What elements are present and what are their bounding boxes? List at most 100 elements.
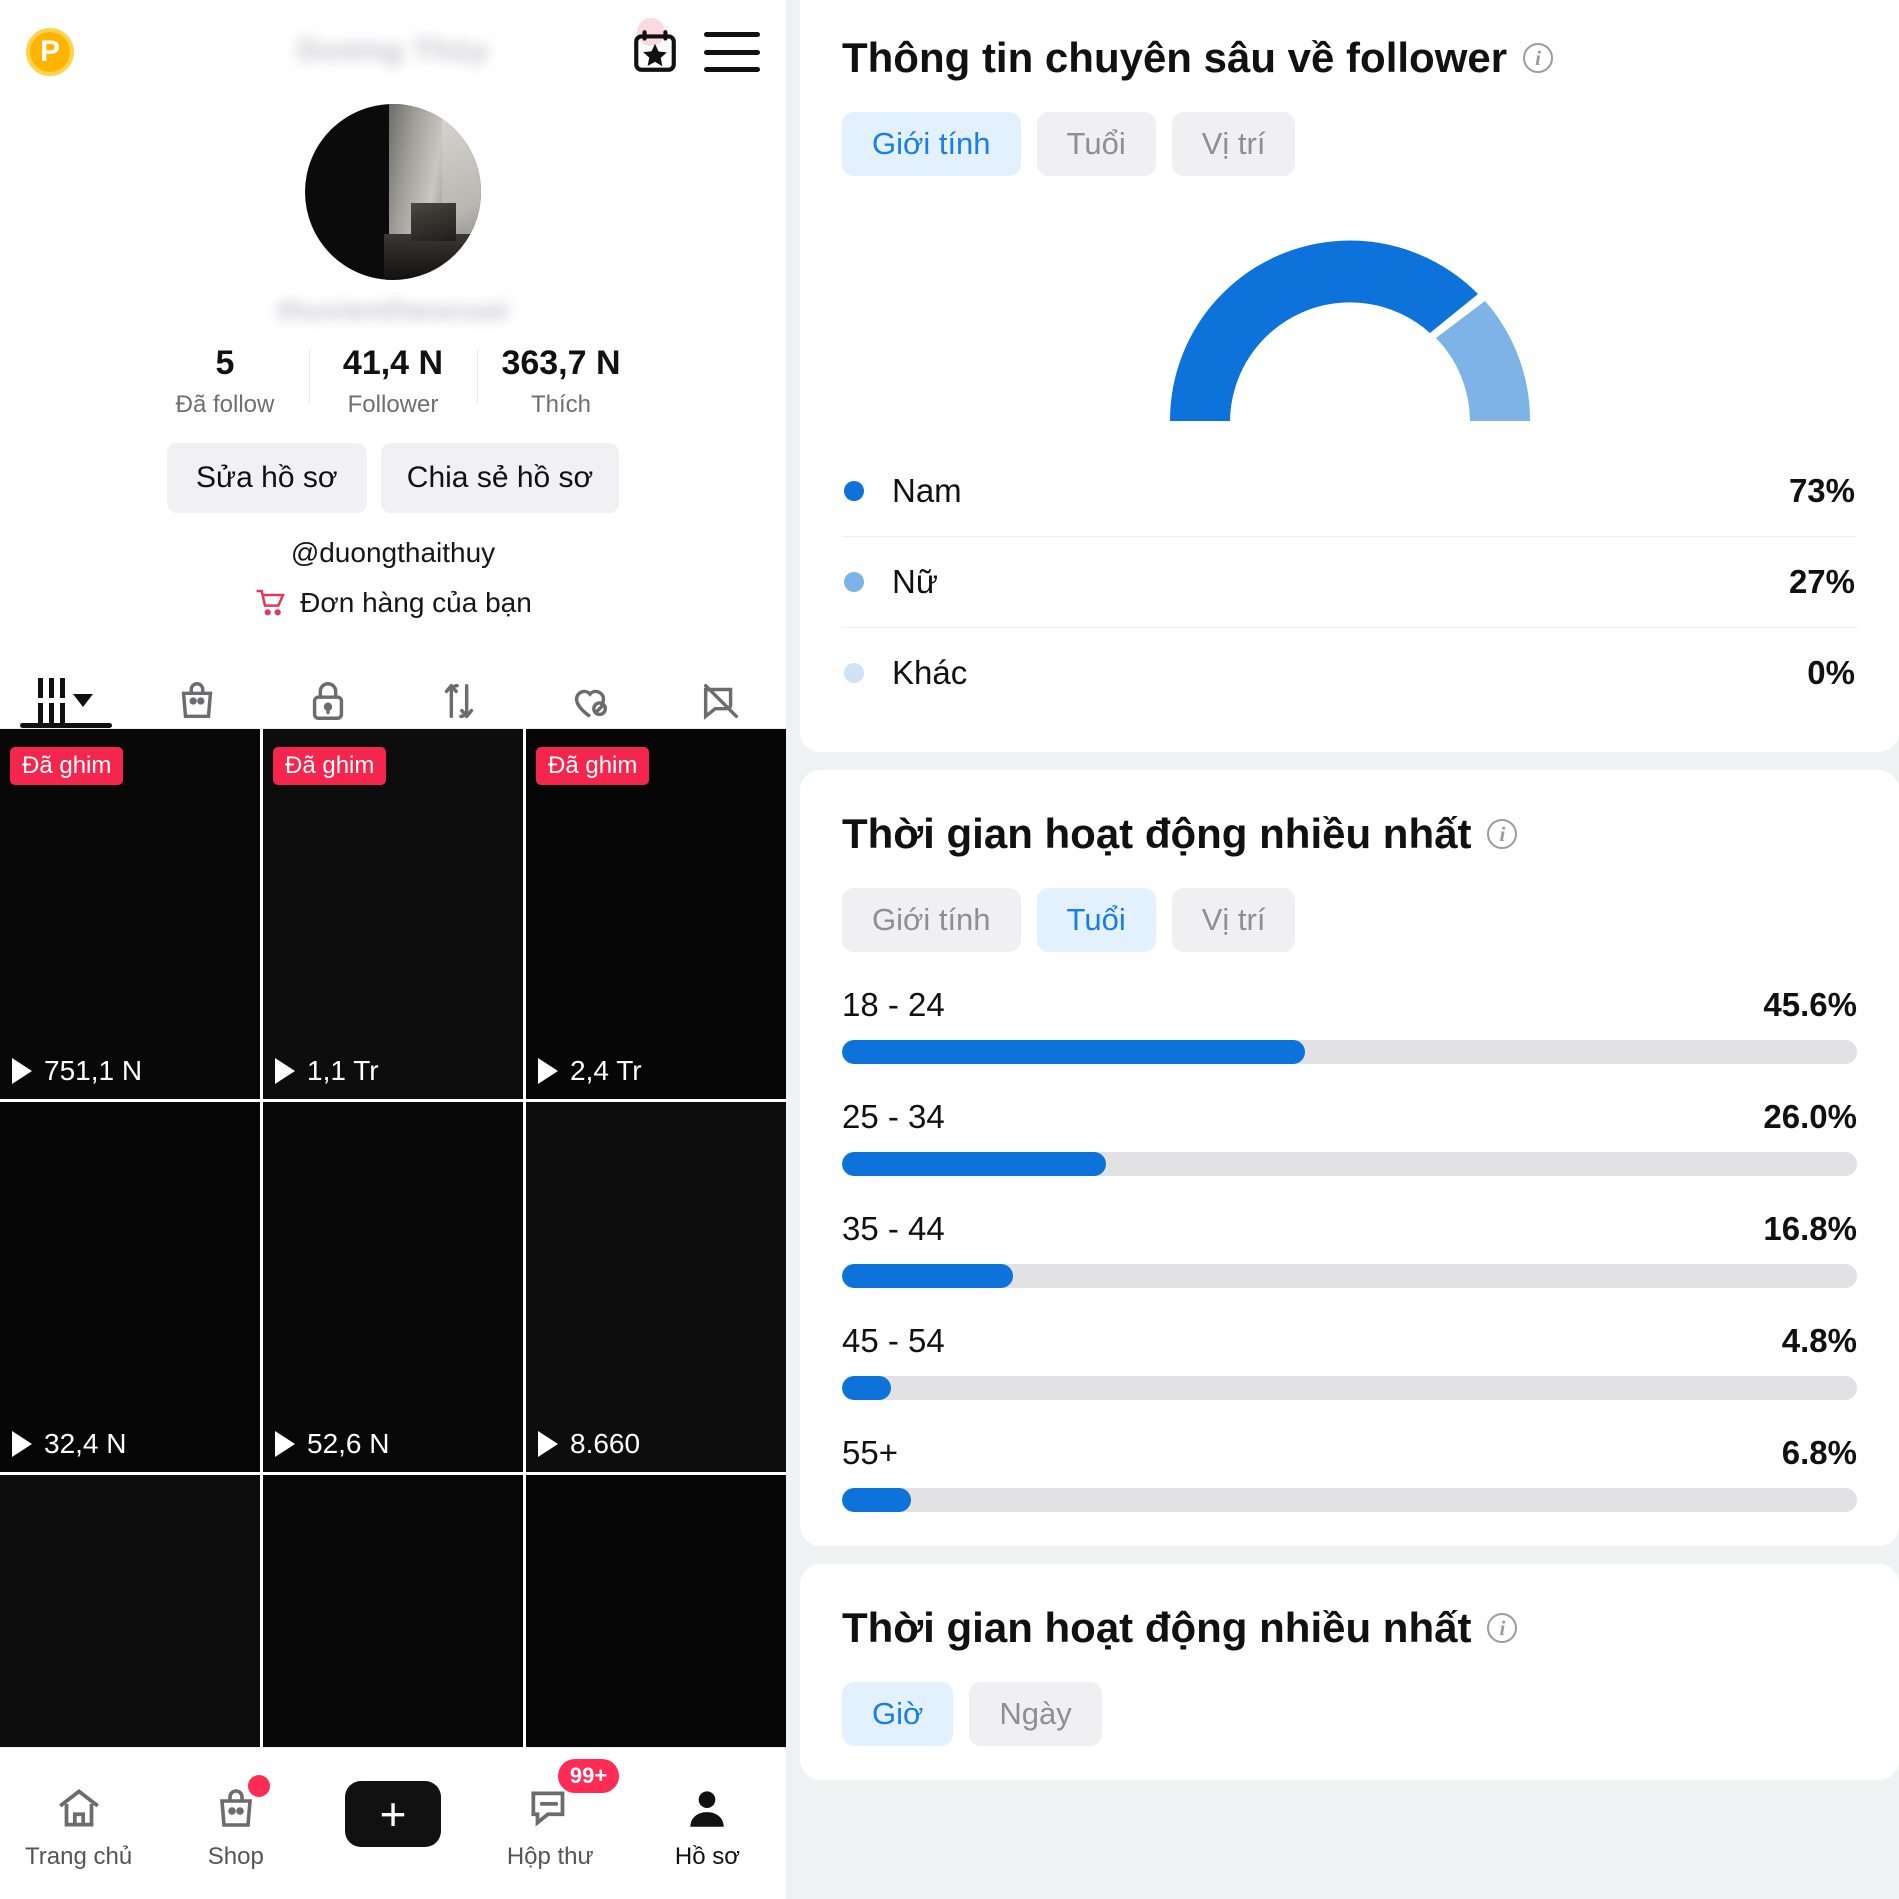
- legend-label-nam: Nam: [892, 472, 962, 509]
- age-label: 25 - 34: [842, 1098, 945, 1135]
- follower-insights-tabs: Giới tính Tuổi Vị trí: [842, 112, 1857, 176]
- age-bar-18-24: 18 - 24 45.6%: [842, 986, 1857, 1064]
- nav-home-label: Trang chủ: [25, 1842, 133, 1870]
- age-bar-fill: [842, 1152, 1106, 1176]
- video-views: 2,4 Tr: [538, 1055, 642, 1087]
- age-bar-track: [842, 1264, 1857, 1288]
- tab-vi-tri[interactable]: Vị trí: [1171, 112, 1296, 176]
- most-active-age-card: Thời gian hoạt động nhiều nhất i Giới tí…: [800, 770, 1899, 1546]
- analytics-panel: Thông tin chuyên sâu về follower i Giới …: [786, 0, 1899, 1899]
- age-label: 45 - 54: [842, 1322, 945, 1359]
- tab-gio[interactable]: Giờ: [842, 1682, 954, 1746]
- tiktok-profile-panel: P Dương Thùy thuvientheocuoi 5 Đã follow…: [0, 0, 786, 1899]
- info-icon[interactable]: i: [1487, 819, 1518, 849]
- most-active-time-tabs: Giờ Ngày: [842, 1682, 1857, 1746]
- tab-liked-hidden[interactable]: [524, 637, 655, 728]
- your-orders-label: Đơn hàng của bạn: [300, 586, 532, 618]
- avatar[interactable]: [305, 104, 481, 280]
- video-cell[interactable]: Đã ghim 1,1 Tr: [263, 728, 523, 1099]
- stat-following-value: 5: [215, 344, 235, 382]
- legend-value-khac: 0%: [1807, 654, 1855, 691]
- tab-tuoi[interactable]: Tuổi: [1036, 888, 1156, 952]
- tagged-hidden-icon: [698, 674, 744, 728]
- legend-row-nu: Nữ 27%: [842, 537, 1857, 628]
- video-views-value: 751,1 N: [44, 1054, 143, 1086]
- most-active-time-card: Thời gian hoạt động nhiều nhất i Giờ Ngà…: [800, 1564, 1899, 1780]
- stat-followers[interactable]: 41,4 N Follower: [309, 342, 477, 419]
- legend-row-khac: Khác 0%: [842, 628, 1857, 718]
- stat-followers-label: Follower: [347, 390, 439, 418]
- shop-bag-icon: [212, 1774, 270, 1833]
- legend-label-nu: Nữ: [892, 563, 938, 600]
- tab-tagged-hidden[interactable]: [655, 637, 786, 728]
- age-value: 4.8%: [1781, 1322, 1857, 1359]
- tab-vi-tri[interactable]: Vị trí: [1171, 888, 1296, 952]
- your-orders-link[interactable]: Đơn hàng của bạn: [0, 587, 786, 619]
- follower-insights-title-text: Thông tin chuyên sâu về follower: [842, 34, 1508, 81]
- lock-icon: [305, 674, 351, 728]
- nav-shop[interactable]: Shop: [157, 1774, 314, 1871]
- video-views-value: 32,4 N: [44, 1427, 127, 1459]
- tab-private[interactable]: [262, 637, 393, 728]
- share-profile-button[interactable]: Chia sẻ hồ sơ: [380, 442, 620, 513]
- video-cell[interactable]: 52,6 N: [263, 1101, 523, 1472]
- nav-inbox-label: Hộp thư: [506, 1842, 594, 1870]
- age-bar-fill: [842, 1488, 912, 1512]
- info-icon[interactable]: i: [1523, 43, 1554, 73]
- nav-inbox[interactable]: 99+ Hộp thư: [472, 1758, 629, 1871]
- pinned-badge: Đã ghim: [10, 746, 124, 785]
- video-views: 32,4 N: [12, 1428, 127, 1460]
- age-value: 16.8%: [1763, 1210, 1857, 1247]
- edit-profile-button[interactable]: Sửa hồ sơ: [166, 442, 367, 513]
- video-cell[interactable]: 8.660: [526, 1101, 786, 1472]
- points-badge-icon[interactable]: P: [26, 28, 74, 76]
- follower-insights-title: Thông tin chuyên sâu về follower i: [842, 34, 1857, 82]
- legend-value-nu: 27%: [1788, 563, 1855, 600]
- info-icon[interactable]: i: [1487, 1613, 1518, 1643]
- legend-label-khac: Khác: [892, 654, 968, 691]
- profile-content-tabs: [0, 637, 786, 729]
- hamburger-menu-icon[interactable]: [704, 32, 760, 72]
- age-label: 55+: [842, 1434, 898, 1471]
- blurred-bio-line: thuvientheocuoi: [277, 294, 509, 327]
- stat-following[interactable]: 5 Đã follow: [141, 342, 309, 419]
- video-cell[interactable]: Đã ghim 2,4 Tr: [526, 728, 786, 1099]
- calendar-star-icon[interactable]: [630, 26, 680, 76]
- nav-profile-label: Hồ sơ: [674, 1842, 740, 1870]
- nav-home[interactable]: Trang chủ: [0, 1777, 157, 1871]
- home-icon: [54, 1777, 104, 1833]
- profile-handle[interactable]: @duongthaithuy: [0, 537, 786, 569]
- repost-icon: [436, 674, 482, 728]
- stat-likes[interactable]: 363,7 N Thích: [477, 342, 645, 419]
- tab-gioi-tinh[interactable]: Giới tính: [842, 112, 1021, 176]
- nav-profile[interactable]: Hồ sơ: [629, 1777, 786, 1871]
- age-label: 35 - 44: [842, 1210, 945, 1247]
- tab-tuoi[interactable]: Tuổi: [1036, 112, 1156, 176]
- age-label: 18 - 24: [842, 986, 945, 1023]
- age-bar-35-44: 35 - 44 16.8%: [842, 1210, 1857, 1288]
- inbox-icon: 99+: [525, 1758, 620, 1833]
- legend-dot-khac: [844, 663, 864, 683]
- nav-shop-label: Shop: [207, 1842, 264, 1870]
- stat-likes-value: 363,7 N: [501, 344, 621, 382]
- legend-row-nam: Nam 73%: [842, 446, 1857, 537]
- tab-shop[interactable]: [131, 637, 262, 728]
- tab-gioi-tinh[interactable]: Giới tính: [842, 888, 1021, 952]
- tab-videos-grid[interactable]: [0, 637, 131, 728]
- play-icon: [275, 1057, 295, 1084]
- tab-repost[interactable]: [393, 637, 524, 728]
- video-views: 751,1 N: [12, 1055, 142, 1087]
- video-cell[interactable]: 32,4 N: [0, 1101, 260, 1472]
- age-bar-45-54: 45 - 54 4.8%: [842, 1322, 1857, 1400]
- most-active-age-title: Thời gian hoạt động nhiều nhất i: [842, 810, 1857, 858]
- tab-ngay[interactable]: Ngày: [969, 1682, 1102, 1746]
- pinned-badge: Đã ghim: [273, 746, 387, 785]
- grid-icon: [38, 674, 93, 728]
- chevron-down-icon: [73, 694, 93, 707]
- play-icon: [275, 1430, 295, 1457]
- video-views-value: 1,1 Tr: [307, 1054, 379, 1086]
- video-cell[interactable]: Đã ghim 751,1 N: [0, 728, 260, 1099]
- age-bar-fill: [842, 1376, 891, 1400]
- nav-create[interactable]: +: [314, 1780, 471, 1857]
- create-plus-icon: +: [335, 1780, 451, 1847]
